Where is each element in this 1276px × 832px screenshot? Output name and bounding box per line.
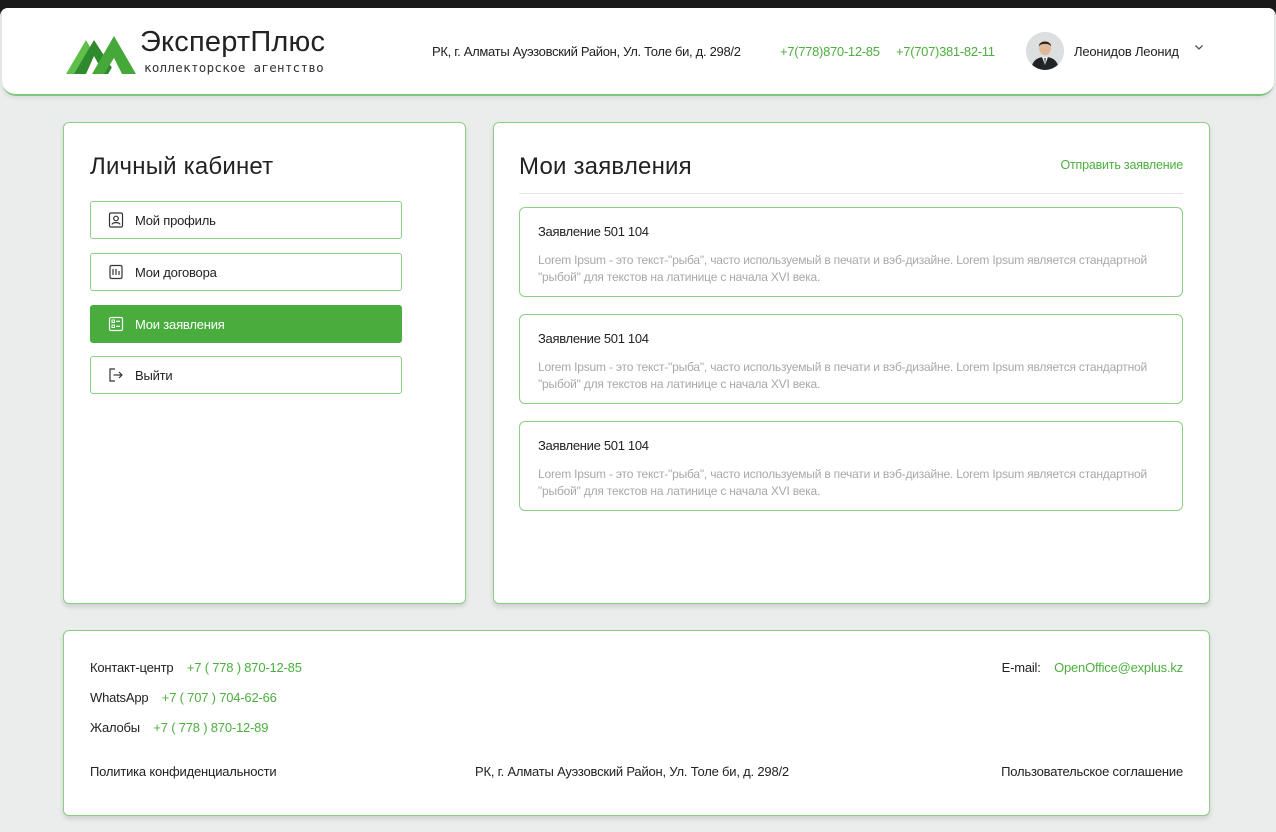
app-window: ЭкспертПлюс коллекторское агентство РК, …: [0, 8, 1276, 832]
header-phone-1[interactable]: +7(778)870-12-85: [780, 44, 880, 59]
user-avatar-icon: [1026, 32, 1064, 70]
user-name[interactable]: Леонидов Леонид: [1074, 44, 1179, 59]
logo-name: ЭкспертПлюс: [140, 26, 326, 58]
logo-mark-icon: [66, 36, 136, 74]
sidebar-item-label: Мой профиль: [135, 212, 216, 228]
page-title: Мои заявления: [519, 153, 692, 180]
avatar[interactable]: [1026, 32, 1064, 70]
sidebar-item-profile[interactable]: Мой профиль: [90, 201, 402, 239]
logout-icon: [107, 366, 125, 384]
applications-panel: Мои заявления Отправить заявление Заявле…: [493, 122, 1210, 604]
logo[interactable]: ЭкспертПлюс коллекторское агентство: [64, 24, 354, 80]
footer-email: E-mail: OpenOffice@explus.kz: [1001, 660, 1184, 675]
sidebar-item-contracts[interactable]: Мои договора: [90, 253, 402, 291]
divider: [519, 193, 1183, 194]
footer-contact-label: Контакт-центр: [90, 660, 174, 675]
footer-contact-phone[interactable]: +7 ( 778 ) 870-12-85: [187, 660, 302, 675]
chevron-down-icon[interactable]: [1194, 42, 1204, 55]
sidebar-item-logout[interactable]: Выйти: [90, 356, 402, 394]
privacy-policy-link[interactable]: Политика конфиденциальности: [90, 764, 277, 779]
footer-email-link[interactable]: OpenOffice@explus.kz: [1054, 660, 1183, 675]
sidebar-item-label: Мои договора: [135, 264, 217, 280]
footer-whatsapp: WhatsApp +7 ( 707 ) 704-62-66: [90, 690, 277, 705]
application-text: Lorem Ipsum - это текст-"рыба", часто ис…: [538, 360, 1147, 391]
footer-email-label: E-mail:: [1001, 660, 1041, 675]
user-agreement-link[interactable]: Пользовательское соглашение: [1001, 764, 1183, 779]
application-card[interactable]: Заявление 501 104 Lorem Ipsum - это текс…: [519, 207, 1183, 297]
application-text: Lorem Ipsum - это текст-"рыба", часто ис…: [538, 467, 1147, 498]
header-phone-2[interactable]: +7(707)381-82-11: [896, 44, 995, 59]
application-text: Lorem Ipsum - это текст-"рыба", часто ис…: [538, 253, 1147, 284]
application-title: Заявление 501 104: [538, 224, 649, 239]
site-footer: Контакт-центр +7 ( 778 ) 870-12-85 Whats…: [63, 630, 1210, 816]
application-card[interactable]: Заявление 501 104 Lorem Ipsum - это текс…: [519, 421, 1183, 511]
account-sidebar: Личный кабинет Мой профиль Мои договора …: [63, 122, 466, 604]
send-application-link[interactable]: Отправить заявление: [1060, 158, 1183, 172]
application-title: Заявление 501 104: [538, 331, 649, 346]
footer-complaints-label: Жалобы: [90, 720, 140, 735]
footer-complaints-phone[interactable]: +7 ( 778 ) 870-12-89: [153, 720, 268, 735]
sidebar-item-label: Выйти: [135, 367, 173, 383]
sidebar-title: Личный кабинет: [90, 153, 274, 180]
footer-address: РК, г. Алматы Ауэзовский Район, Ул. Толе…: [475, 764, 789, 779]
footer-complaints: Жалобы +7 ( 778 ) 870-12-89: [90, 720, 268, 735]
application-list-icon: [107, 315, 125, 333]
sidebar-item-label: Мои заявления: [135, 316, 225, 332]
footer-contact-center: Контакт-центр +7 ( 778 ) 870-12-85: [90, 660, 302, 675]
header-address: РК, г. Алматы Ауэзовский Район, Ул. Толе…: [432, 44, 741, 59]
footer-whatsapp-phone[interactable]: +7 ( 707 ) 704-62-66: [162, 690, 277, 705]
footer-whatsapp-label: WhatsApp: [90, 690, 149, 705]
site-header: ЭкспертПлюс коллекторское агентство РК, …: [2, 8, 1274, 96]
logo-subtitle: коллекторское агентство: [144, 60, 324, 75]
profile-icon: [107, 211, 125, 229]
application-title: Заявление 501 104: [538, 438, 649, 453]
sidebar-item-applications[interactable]: Мои заявления: [90, 305, 402, 343]
contract-icon: [107, 263, 125, 281]
application-card[interactable]: Заявление 501 104 Lorem Ipsum - это текс…: [519, 314, 1183, 404]
